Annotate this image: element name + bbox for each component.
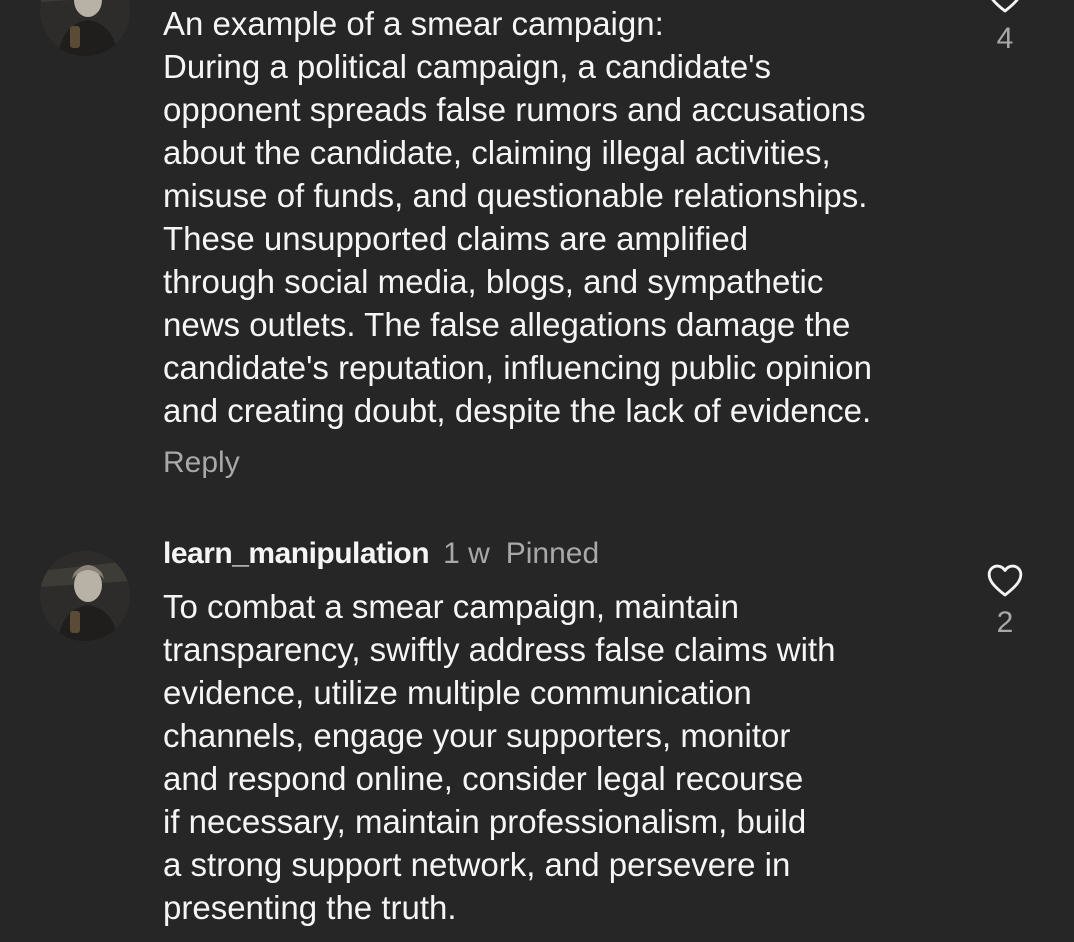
comment-line: To combat a smear campaign, maintain	[163, 588, 739, 625]
like-count: 4	[996, 22, 1014, 55]
comment-line: An example of a smear campaign:	[163, 5, 664, 42]
avatar[interactable]	[40, 551, 130, 641]
comment-line: news outlets. The false allegations dama…	[163, 306, 851, 343]
heart-outline-icon[interactable]	[975, 562, 1035, 598]
avatar-icon	[40, 0, 130, 56]
comment-line: and respond online, consider legal recou…	[163, 760, 804, 797]
comment-line: evidence, utilize multiple communication	[163, 674, 752, 711]
comment-header: learn_manipulation 1 w Pinned	[163, 534, 599, 574]
comment-line: if necessary, maintain professionalism, …	[163, 803, 807, 840]
comment-line: opponent spreads false rumors and accusa…	[163, 91, 866, 128]
username[interactable]: learn_manipulation	[163, 537, 430, 570]
avatar-icon	[40, 551, 130, 641]
comment-line: through social media, blogs, and sympath…	[163, 263, 824, 300]
comment-line: candidate's reputation, influencing publ…	[163, 349, 872, 386]
pinned-label: Pinned	[505, 537, 600, 570]
comment-line: During a political campaign, a candidate…	[163, 48, 771, 85]
comment-text: To combat a smear campaign, maintain tra…	[163, 585, 963, 929]
comment-line: presenting the truth.	[163, 889, 457, 926]
like-count: 2	[996, 606, 1014, 639]
heart-outline-icon[interactable]	[975, 0, 1035, 14]
reply-button[interactable]: Reply	[163, 446, 240, 480]
comment-line: a strong support network, and persevere …	[163, 846, 791, 883]
comment-line: These unsupported claims are amplified	[163, 220, 749, 257]
comment-line: transparency, swiftly address false clai…	[163, 631, 836, 668]
comment-line: and creating doubt, despite the lack of …	[163, 392, 872, 429]
timestamp: 1 w	[443, 537, 490, 570]
avatar[interactable]	[40, 0, 130, 56]
comment-line: channels, engage your supporters, monito…	[163, 717, 791, 754]
like-control: 2	[975, 562, 1035, 640]
comment-text: An example of a smear campaign: During a…	[163, 2, 963, 432]
like-control: 4	[975, 0, 1035, 56]
comment-line: about the candidate, claiming illegal ac…	[163, 134, 831, 171]
comment-line: misuse of funds, and questionable relati…	[163, 177, 868, 214]
